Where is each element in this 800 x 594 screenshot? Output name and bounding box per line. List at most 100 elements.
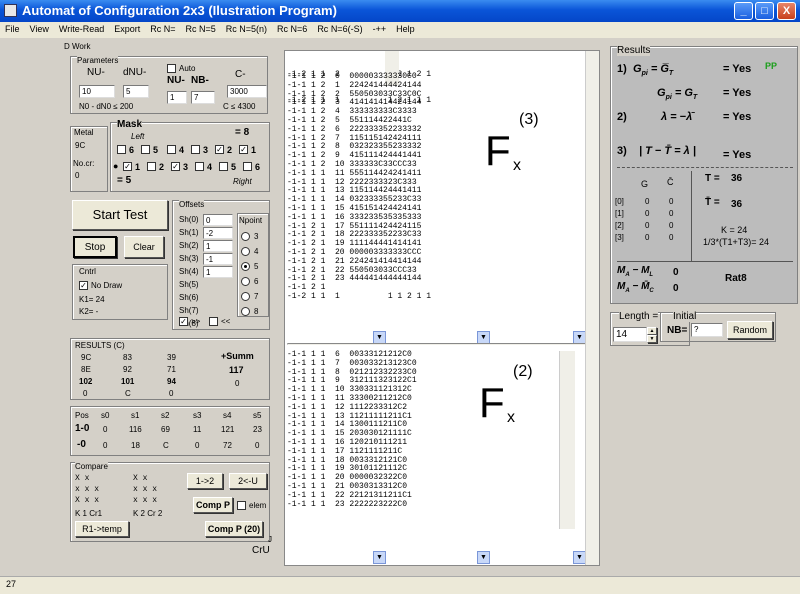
- pos-header: s3: [193, 411, 202, 420]
- g-cell: 0: [645, 233, 650, 242]
- offset-label-4: Sh(4): [179, 267, 199, 276]
- menu-export[interactable]: Export: [109, 22, 145, 34]
- npoint-group: Npoint 3 4 5 6 7 8: [237, 213, 269, 317]
- f3-label-box: F x (3): [481, 111, 561, 183]
- npoint-radio-8[interactable]: [241, 307, 250, 316]
- f2-scrollbar[interactable]: [559, 351, 575, 529]
- menu-rc-n5n[interactable]: Rc N=5(n): [221, 22, 272, 34]
- rc-cell: 0: [169, 389, 174, 398]
- offset-input-3[interactable]: -1: [203, 253, 233, 265]
- nu-n-input[interactable]: 1: [167, 91, 187, 104]
- stop-button[interactable]: Stop: [73, 236, 117, 258]
- mask-bot-1-checkbox[interactable]: ✓: [123, 162, 132, 171]
- minimize-button[interactable]: _: [734, 2, 753, 20]
- offset-input-0[interactable]: 0: [203, 214, 233, 226]
- c-input[interactable]: 3000: [227, 85, 267, 98]
- nb-init-input[interactable]: ?: [691, 323, 723, 337]
- length-down-icon[interactable]: ▼: [647, 335, 657, 343]
- f2-scroll-down-icon[interactable]: ▼: [373, 551, 386, 564]
- auto-checkbox[interactable]: [167, 64, 176, 73]
- c-header: C̄: [667, 177, 674, 187]
- rc-cell: C: [125, 389, 131, 398]
- copy-1-2-button[interactable]: 1->2: [187, 473, 223, 489]
- shift-right-checkbox[interactable]: ✓: [179, 317, 188, 326]
- g-row: [1]: [615, 209, 624, 218]
- nu-input[interactable]: 10: [79, 85, 115, 98]
- maximize-button[interactable]: □: [755, 2, 774, 20]
- menu-rc-n[interactable]: Rc N=: [145, 22, 180, 34]
- mask-top-4-checkbox[interactable]: [167, 145, 176, 154]
- r1b-eq: = Yes: [723, 87, 752, 99]
- comp-p20-button[interactable]: Comp P (20): [205, 521, 263, 537]
- c-result-label: C ≤ 4300: [223, 102, 256, 111]
- start-test-button[interactable]: Start Test: [72, 200, 168, 230]
- elem-label: elem: [249, 501, 267, 510]
- menu-rc-n5[interactable]: Rc N=5: [181, 22, 221, 34]
- mask-top-3-checkbox[interactable]: [191, 145, 200, 154]
- mask-top-2-checkbox[interactable]: ✓: [215, 145, 224, 154]
- length-input[interactable]: 14: [613, 327, 647, 342]
- nocr-value: 0: [75, 171, 80, 180]
- summ-extra: 0: [235, 379, 240, 388]
- npoint-label-4: 4: [254, 247, 259, 256]
- menu-rc-n6s[interactable]: Rc N=6(-S): [312, 22, 367, 34]
- copy-2-u-button[interactable]: 2<-U: [229, 473, 267, 489]
- menu-plus[interactable]: -++: [368, 22, 392, 34]
- mask-right-label: Right: [233, 177, 252, 186]
- comp-p-button[interactable]: Comp P: [193, 497, 233, 513]
- offset-input-1[interactable]: -2: [203, 227, 233, 239]
- offset-label-7: Sh(7): [179, 306, 199, 315]
- offset-input-2[interactable]: 1: [203, 240, 233, 252]
- random-button[interactable]: Random: [727, 321, 773, 339]
- menu-view[interactable]: View: [25, 22, 54, 34]
- menu-rc-n6[interactable]: Rc N=6: [272, 22, 312, 34]
- mask-top-1-checkbox[interactable]: ✓: [239, 145, 248, 154]
- mask-bot-3-label: 3: [183, 162, 189, 172]
- mask-bot-4-checkbox[interactable]: [195, 162, 204, 171]
- menu-file[interactable]: File: [0, 22, 25, 34]
- offsets-legend: Offsets: [179, 200, 205, 209]
- g-row: [2]: [615, 221, 624, 230]
- close-button[interactable]: X: [777, 2, 796, 20]
- shift-left-checkbox[interactable]: [209, 317, 218, 326]
- npoint-radio-5[interactable]: [241, 262, 250, 271]
- cntrl-group: Cntrl ✓ No Draw K1= 24 K2= -: [72, 264, 168, 320]
- cntrl-legend: Cntrl: [79, 267, 96, 276]
- dnu-input[interactable]: 5: [123, 85, 149, 98]
- f2-scroll-down-icon-2[interactable]: ▼: [477, 551, 490, 564]
- offset-input-4[interactable]: 1: [203, 266, 233, 278]
- clear-button[interactable]: Clear: [124, 236, 164, 258]
- main-scrollbar[interactable]: [585, 51, 599, 565]
- no-draw-checkbox[interactable]: ✓: [79, 281, 88, 290]
- npoint-radio-3[interactable]: [241, 232, 250, 241]
- mask-bot-6-checkbox[interactable]: [243, 162, 252, 171]
- length-up-icon[interactable]: ▲: [647, 327, 657, 335]
- k1-label: K1= 24: [79, 295, 105, 304]
- r1-temp-button[interactable]: R1->temp: [75, 521, 129, 537]
- mask-bot-3-checkbox[interactable]: ✓: [171, 162, 180, 171]
- menu-help[interactable]: Help: [391, 22, 420, 34]
- pos-cell: -0: [77, 439, 86, 450]
- nb-input[interactable]: 7: [191, 91, 215, 104]
- mask-top-6-checkbox[interactable]: [117, 145, 126, 154]
- mask-bot-2-checkbox[interactable]: [147, 162, 156, 171]
- menu-write-read[interactable]: Write-Read: [54, 22, 109, 34]
- npoint-radio-4[interactable]: [241, 247, 250, 256]
- g-cell: 0: [645, 221, 650, 230]
- summ-value: 117: [229, 365, 244, 375]
- m-value-1: 0: [673, 267, 679, 278]
- pos-header: s5: [253, 411, 262, 420]
- mask-bot-2-label: 2: [159, 162, 165, 172]
- c-label: C-: [235, 69, 246, 80]
- r3-label: 3): [617, 145, 627, 157]
- mask-top-5-checkbox[interactable]: [141, 145, 150, 154]
- elem-checkbox[interactable]: [237, 501, 246, 510]
- npoint-radio-7[interactable]: [241, 292, 250, 301]
- dwork-label: D Work: [64, 42, 91, 51]
- grid-row: -1-2 1 1 1 1 1 2 1 1: [287, 291, 432, 301]
- g-cell: 0: [645, 209, 650, 218]
- npoint-radio-6[interactable]: [241, 277, 250, 286]
- r2-eq: = Yes: [723, 111, 752, 123]
- mask-bot-5-checkbox[interactable]: [219, 162, 228, 171]
- output-panel: -1-2 1 1 2 1 2 1 2 1 -1-2 1 1 1 1 2 1 1 …: [284, 50, 600, 566]
